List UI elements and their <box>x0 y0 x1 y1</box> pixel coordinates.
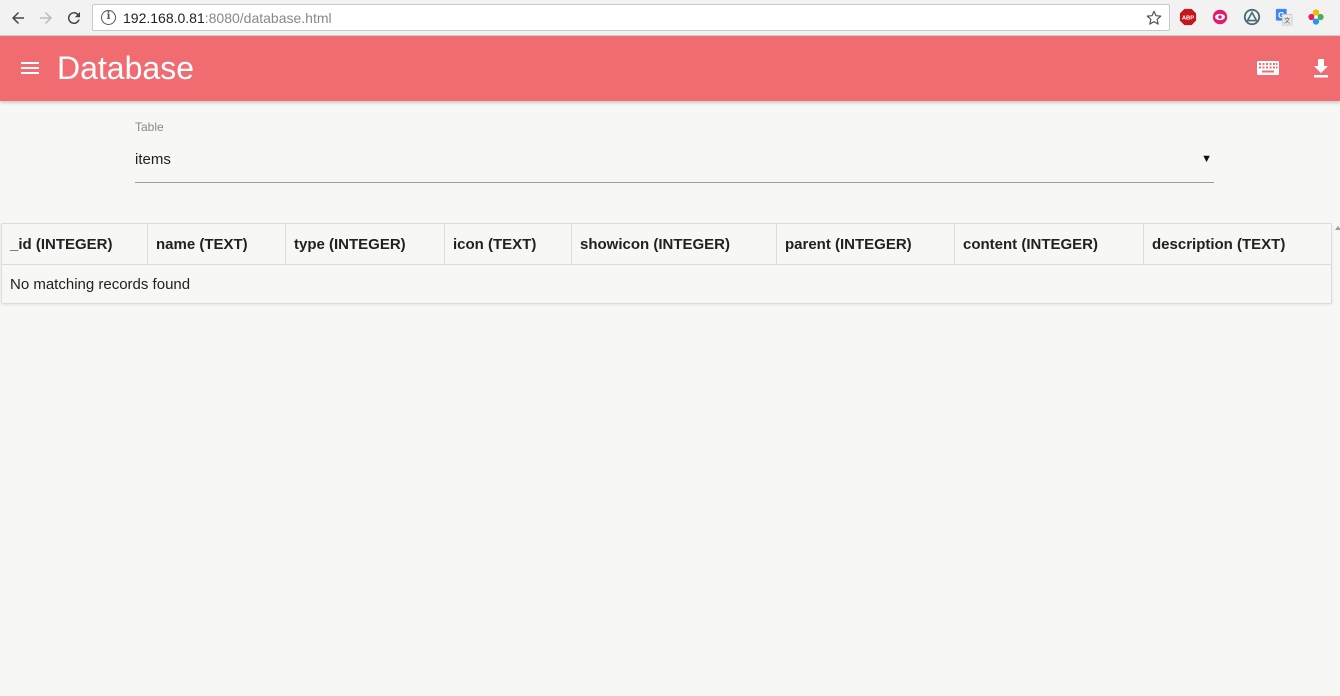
browser-toolbar: i 192.168.0.81:8080/database.html ABP G文 <box>0 0 1340 36</box>
address-bar[interactable]: i 192.168.0.81:8080/database.html <box>92 4 1170 31</box>
reload-icon <box>67 12 80 25</box>
column-header-parent[interactable]: parent (INTEGER) <box>777 224 955 265</box>
abp-icon[interactable]: ABP <box>1179 8 1197 26</box>
column-header-content[interactable]: content (INTEGER) <box>955 224 1144 265</box>
hamburger-menu-icon[interactable] <box>20 59 40 77</box>
svg-text:ABP: ABP <box>1182 16 1194 22</box>
translate-icon[interactable]: G文 <box>1275 8 1293 26</box>
table-select-value: items <box>135 151 171 168</box>
triangle-extension-icon[interactable] <box>1243 8 1261 26</box>
download-icon[interactable] <box>1311 57 1331 79</box>
column-header-type[interactable]: type (INTEGER) <box>286 224 445 265</box>
empty-table-message: No matching records found <box>10 276 191 293</box>
url-path: :8080/database.html <box>204 10 332 26</box>
table-header-row: _id (INTEGER) name (TEXT) type (INTEGER)… <box>2 224 1331 265</box>
bookmark-star-icon[interactable] <box>1145 9 1163 27</box>
url-text: 192.168.0.81:8080/database.html <box>123 10 332 26</box>
keyboard-icon[interactable] <box>1256 58 1280 78</box>
info-icon[interactable]: i <box>101 10 116 25</box>
back-button[interactable] <box>6 6 30 30</box>
flower-extension-icon[interactable] <box>1307 8 1325 26</box>
url-host: 192.168.0.81 <box>123 10 205 26</box>
column-header-showicon[interactable]: showicon (INTEGER) <box>572 224 777 265</box>
arrow-right-icon <box>40 12 52 24</box>
scroll-up-arrow-icon[interactable] <box>1335 226 1340 230</box>
records-table: _id (INTEGER) name (TEXT) type (INTEGER)… <box>1 223 1332 304</box>
column-header-icon[interactable]: icon (TEXT) <box>445 224 572 265</box>
table-select[interactable]: items ▼ <box>135 145 1214 183</box>
column-header-name[interactable]: name (TEXT) <box>148 224 286 265</box>
reload-button[interactable] <box>62 6 86 30</box>
forward-button[interactable] <box>34 6 58 30</box>
app-header: Database <box>0 36 1340 101</box>
page-title: Database <box>57 50 194 86</box>
column-header-id[interactable]: _id (INTEGER) <box>2 224 148 265</box>
dropdown-arrow-icon: ▼ <box>1201 153 1212 165</box>
eye-extension-icon[interactable] <box>1211 8 1229 26</box>
table-select-label: Table <box>135 120 164 134</box>
arrow-left-icon <box>12 12 24 24</box>
column-header-description[interactable]: description (TEXT) <box>1144 224 1331 265</box>
svg-text:文: 文 <box>1284 15 1291 24</box>
